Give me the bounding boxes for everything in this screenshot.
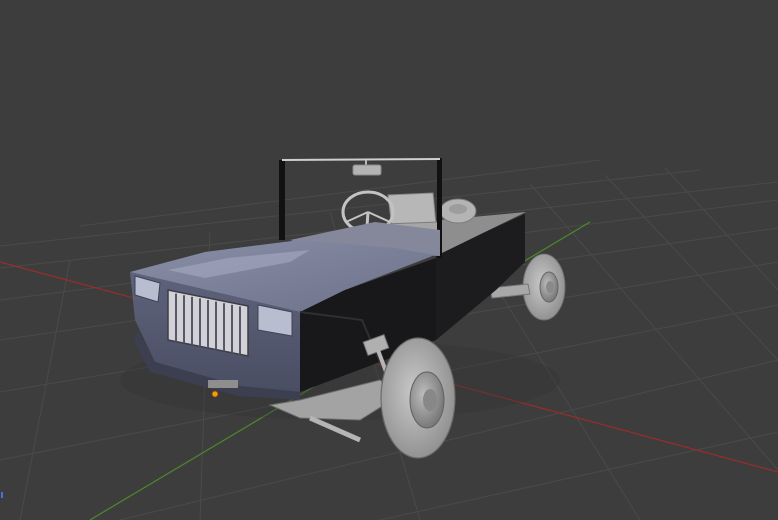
viewport-canvas[interactable] (0, 0, 778, 520)
spare-tire (439, 198, 477, 224)
grid-line (19, 259, 71, 520)
rear-view-mirror (352, 160, 382, 176)
front-wheel[interactable] (380, 337, 456, 459)
rear-wheel[interactable] (522, 253, 566, 321)
origin-dot-icon[interactable] (211, 390, 219, 398)
3d-viewport[interactable] (0, 0, 778, 520)
grid-line (604, 174, 778, 361)
